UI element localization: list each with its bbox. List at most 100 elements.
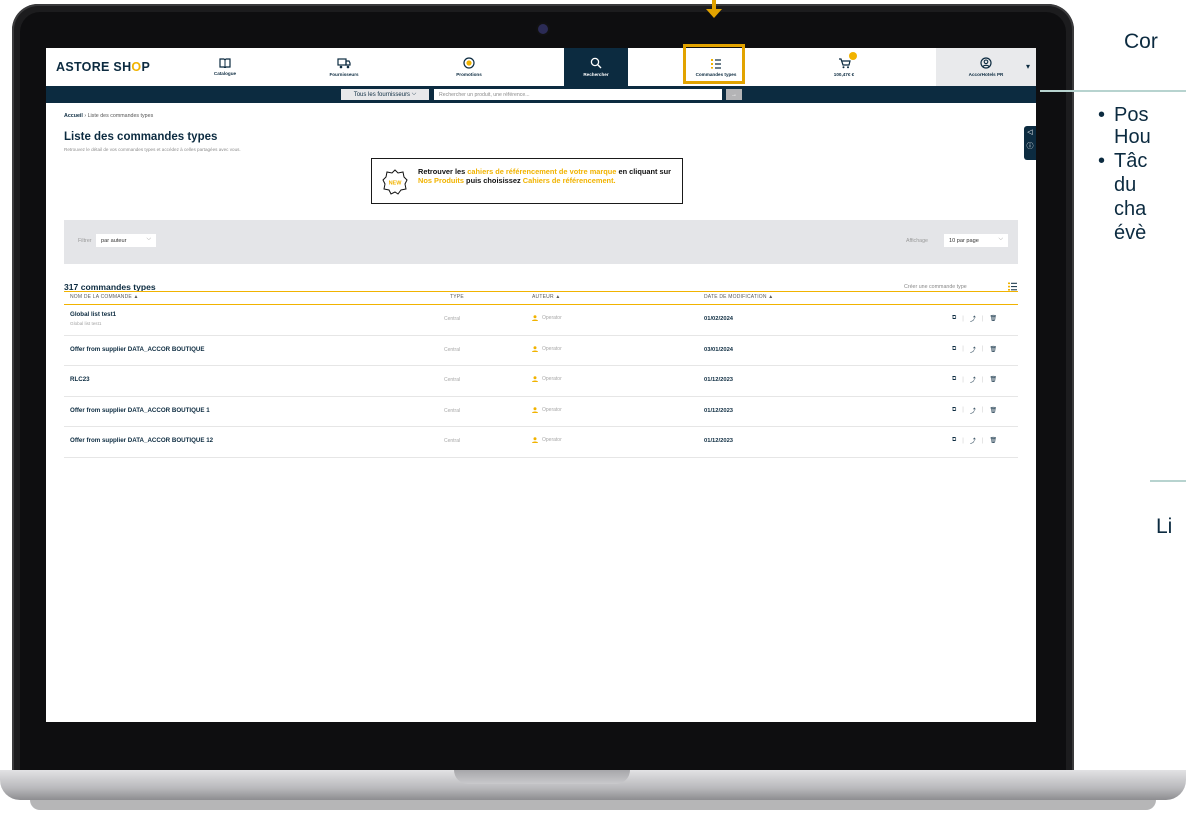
share-icon[interactable]: ⤴ <box>970 375 976 384</box>
supplier-select[interactable]: Tous les fournisseurs ⌵ <box>341 89 429 100</box>
highlight-box <box>683 44 745 84</box>
share-icon[interactable]: ⤴ <box>970 345 976 354</box>
divider: | <box>981 407 984 413</box>
info-banner: NEW Retrouver les cahiers de référenceme… <box>371 158 683 204</box>
order-type: Central <box>444 316 461 322</box>
column-header-name[interactable]: NOM DE LA COMMANDE ▲ <box>70 294 139 300</box>
megaphone-icon[interactable]: ◁ <box>1024 126 1036 140</box>
order-name[interactable]: Global list test1 <box>70 311 116 318</box>
cart-count-badge <box>849 52 857 60</box>
nav-label: Promotions <box>456 72 482 77</box>
bullet-marker: • <box>1098 150 1106 172</box>
user-icon <box>532 376 538 382</box>
filter-select[interactable]: par auteur ⌵ <box>96 234 156 247</box>
order-name[interactable]: RLC23 <box>70 376 90 383</box>
page-subtitle: Retrouvez le détail de vos commandes typ… <box>64 147 241 152</box>
nav-fournisseurs[interactable]: Fournisseurs <box>312 48 376 86</box>
duplicate-icon[interactable]: ⧉ <box>952 407 956 414</box>
table-row[interactable]: Offer from supplier DATA_ACCOR BOUTIQUE … <box>64 397 1018 427</box>
percent-badge-icon <box>463 57 475 69</box>
duplicate-icon[interactable]: ⧉ <box>952 437 956 444</box>
page-size-value: 10 par page <box>949 237 979 244</box>
share-icon[interactable]: ⤴ <box>970 436 976 445</box>
order-author: Operator <box>532 346 562 352</box>
breadcrumb-home[interactable]: Accueil <box>64 113 83 119</box>
chevron-down-icon: ⌵ <box>998 236 1003 242</box>
chevron-down-icon: ⌵ <box>411 91 417 97</box>
order-type: Central <box>444 407 461 414</box>
row-actions: ⧉ | ⤴ | 🗑 <box>952 345 997 354</box>
bullet-text: du <box>1114 174 1137 196</box>
info-icon[interactable]: ⓘ <box>1024 140 1036 154</box>
new-badge-text: NEW <box>389 181 403 187</box>
order-type: Central <box>444 377 461 383</box>
slide-title-2: Li <box>1156 515 1173 538</box>
duplicate-icon[interactable]: ⧉ <box>952 315 956 322</box>
order-name[interactable]: Offer from supplier DATA_ACCOR BOUTIQUE … <box>70 407 210 414</box>
nav-label: Catalogue <box>213 71 237 76</box>
bullet-text: Pos <box>1114 104 1149 126</box>
column-header-type: TYPE <box>450 294 464 300</box>
bullet-text: évè <box>1114 222 1147 244</box>
logo[interactable]: ASTORE SHOP <box>56 60 150 74</box>
column-header-author[interactable]: AUTEUR ▲ <box>532 294 561 300</box>
page-title: Liste des commandes types <box>64 131 218 143</box>
bullet-text: cha <box>1114 198 1147 220</box>
app-screen: ASTORE SHOP Catalogue Fournisseurs Promo… <box>46 48 1036 722</box>
chevron-down-icon: ⌵ <box>146 236 151 242</box>
page-size-select[interactable]: 10 par page ⌵ <box>944 234 1008 247</box>
chevron-down-icon: ▾ <box>1025 62 1030 71</box>
search-submit-button[interactable]: → <box>726 89 742 100</box>
side-panel-tabs[interactable]: ◁ ⓘ <box>1024 126 1036 160</box>
logo-text-end: P <box>141 60 151 74</box>
divider: | <box>962 346 964 352</box>
table-row[interactable]: Offer from supplier DATA_ACCOR BOUTIQUE … <box>64 336 1018 366</box>
trash-icon[interactable]: 🗑 <box>989 437 997 444</box>
account-icon <box>980 57 992 69</box>
bullet-marker: • <box>1098 104 1106 126</box>
trash-icon[interactable]: 🗑 <box>989 407 997 414</box>
order-author: Operator <box>532 437 562 443</box>
filter-select-value: par auteur <box>101 237 127 244</box>
share-icon[interactable]: ⤴ <box>970 314 976 323</box>
nav-promotions[interactable]: Promotions <box>437 48 501 86</box>
nav-cart[interactable]: 100,47€ € <box>812 48 876 86</box>
author-name: Operator <box>542 437 562 443</box>
order-date: 01/12/2023 <box>704 377 734 383</box>
table-row[interactable]: Offer from supplier DATA_ACCOR BOUTIQUE … <box>64 427 1018 458</box>
divider: | <box>962 315 964 322</box>
author-name: Operator <box>542 406 562 413</box>
logo-text: ASTORE SH <box>56 60 132 74</box>
table-row[interactable]: RLC23 Central Operator 01/12/2023 ⧉ | ⤴ | 🗑 <box>64 366 1018 397</box>
nav-label: Fournisseurs <box>329 71 359 77</box>
user-icon <box>532 437 538 443</box>
duplicate-icon[interactable]: ⧉ <box>952 376 956 383</box>
order-date: 01/12/2023 <box>704 438 734 444</box>
user-icon <box>532 315 538 321</box>
nav-rechercher[interactable]: Rechercher <box>564 48 628 86</box>
laptop-base-shadow <box>30 800 1156 810</box>
create-order-link[interactable]: Créer une commande type <box>904 284 967 290</box>
table-row[interactable]: Global list test1 Global list test1 Cent… <box>64 305 1018 336</box>
trash-icon[interactable]: 🗑 <box>989 346 997 353</box>
search-input[interactable]: Rechercher un produit, une référence... <box>434 89 722 100</box>
breadcrumb: Accueil › Liste des commandes types <box>64 113 153 119</box>
banner-text-part: Retrouver les <box>418 167 468 176</box>
trash-icon[interactable]: 🗑 <box>989 315 997 322</box>
duplicate-icon[interactable]: ⧉ <box>952 346 956 353</box>
nav-catalogue[interactable]: Catalogue <box>193 48 257 86</box>
supplier-select-value: Tous les fournisseurs <box>353 91 411 98</box>
banner-text-part: en cliquant sur <box>616 167 672 176</box>
list-add-icon[interactable] <box>1008 282 1017 291</box>
nav-label: AccorHotels PR <box>968 72 1004 77</box>
order-name[interactable]: Offer from supplier DATA_ACCOR BOUTIQUE … <box>70 437 213 444</box>
nav-account[interactable]: AccorHotels PR ▾ <box>936 48 1036 86</box>
banner-highlight: Nos Produits <box>418 176 464 186</box>
order-author: Operator <box>532 407 562 413</box>
column-header-date[interactable]: DATE DE MODIFICATION ▲ <box>704 294 773 300</box>
laptop-base-notch <box>454 770 630 784</box>
row-actions: ⧉ | ⤴ | 🗑 <box>952 406 997 415</box>
order-name[interactable]: Offer from supplier DATA_ACCOR BOUTIQUE <box>70 346 205 353</box>
trash-icon[interactable]: 🗑 <box>989 376 997 383</box>
share-icon[interactable]: ⤴ <box>970 406 976 415</box>
